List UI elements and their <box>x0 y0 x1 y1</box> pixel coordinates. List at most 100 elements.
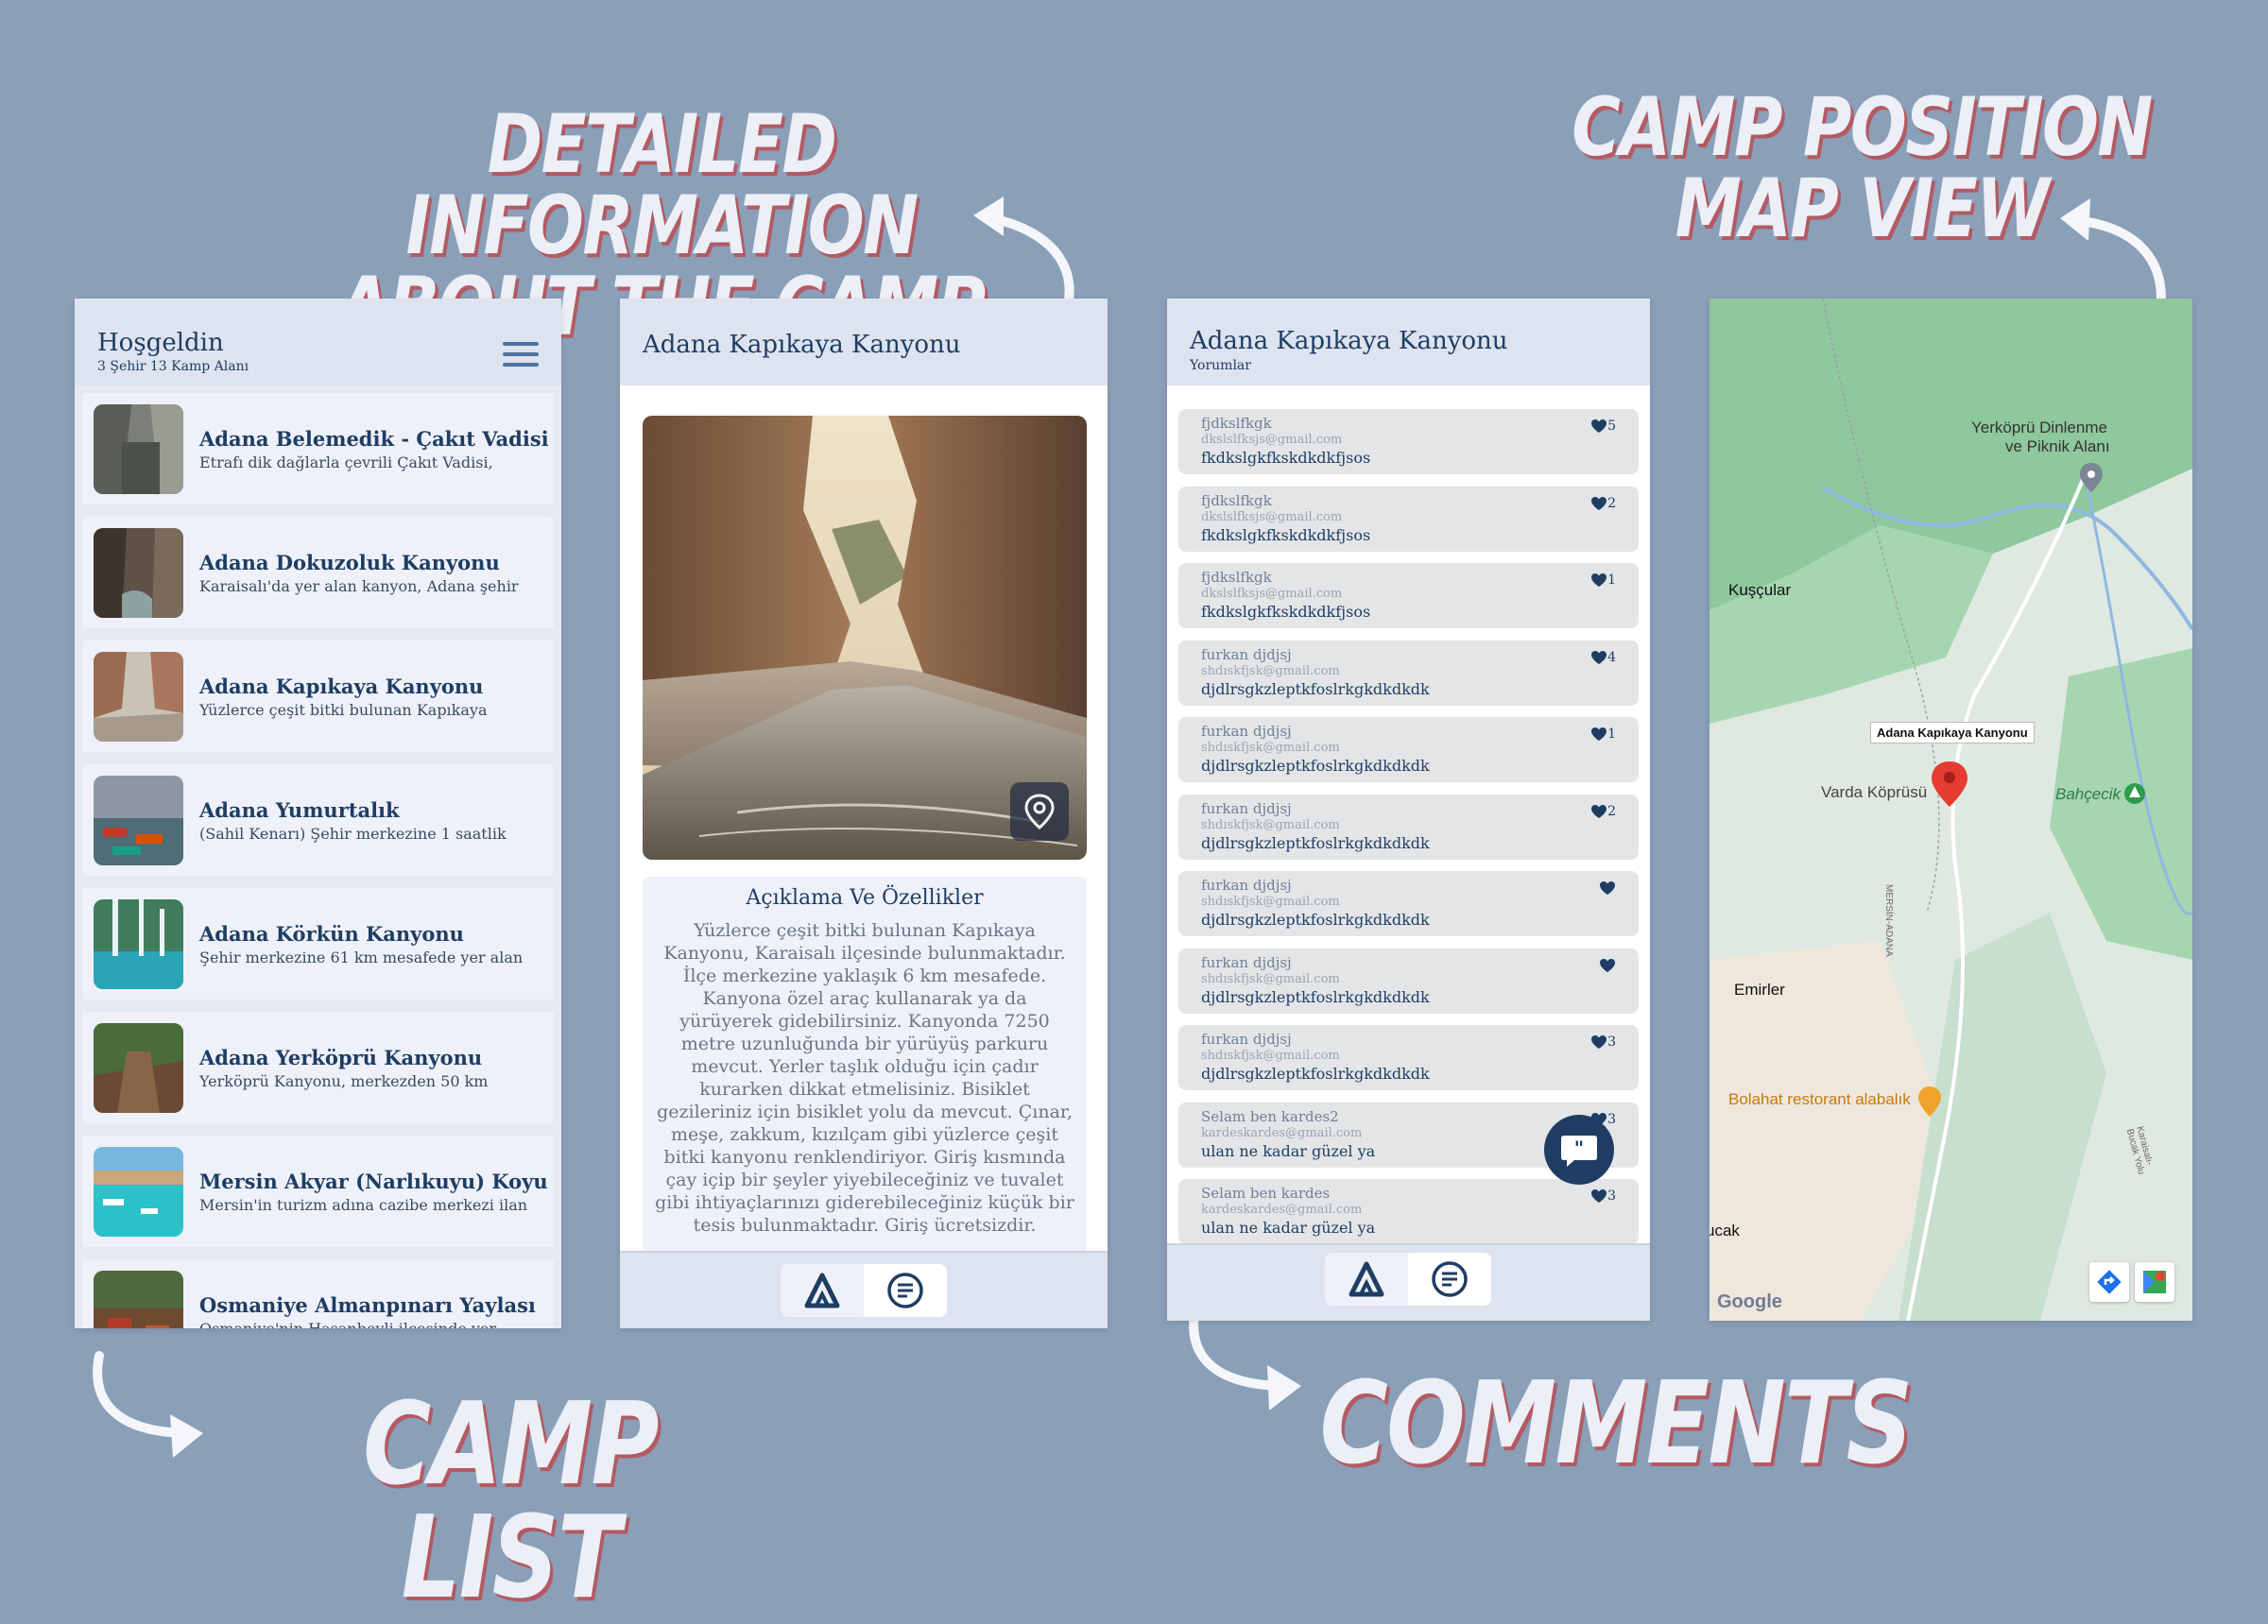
like-button[interactable]: 4 <box>1590 650 1616 665</box>
heart-icon <box>1591 650 1607 664</box>
like-button[interactable]: 1 <box>1590 573 1616 588</box>
like-count: 3 <box>1607 1034 1616 1050</box>
map-canvas[interactable] <box>1710 299 2192 1321</box>
hamburger-menu-icon[interactable] <box>503 342 539 368</box>
google-logo: Google <box>1717 1291 1782 1312</box>
like-button[interactable] <box>1599 880 1616 896</box>
list-item[interactable]: Adana Körkün Kanyonu Şehir merkezine 61 … <box>82 888 554 1000</box>
comments-icon[interactable] <box>864 1264 947 1317</box>
bottom-navigation <box>620 1251 1108 1328</box>
page-subtitle: Yorumlar <box>1190 358 1251 373</box>
camp-list-screen: Hoşgeldin 3 Şehir 13 Kamp Alanı Adana Be… <box>75 299 561 1328</box>
comments-screen: Adana Kapıkaya Kanyonu Yorumlar fjdkslfk… <box>1167 299 1650 1321</box>
list-item[interactable]: Adana Yumurtalık (Sahil Kenarı) Şehir me… <box>82 764 554 876</box>
comment-text: ulan ne kadar güzel ya <box>1201 1219 1376 1237</box>
heart-icon <box>1591 727 1607 741</box>
tree-icon[interactable] <box>2124 783 2145 804</box>
comment-item[interactable]: furkan djdjsj shdıskfjsk@gmail.com djdlrsg… <box>1178 871 1639 936</box>
camp-name: Adana Dokuzoluk Kanyonu <box>199 551 500 574</box>
app-header: Hoşgeldin 3 Şehir 13 Kamp Alanı <box>75 299 561 385</box>
camp-thumbnail <box>94 899 183 989</box>
camp-thumbnail <box>94 528 183 618</box>
svg-text:": " <box>1574 1137 1584 1159</box>
comment-item[interactable]: fjdkslfkgk dkslslfksjs@gmail.com fkdkslgkf… <box>1178 563 1639 628</box>
list-item[interactable]: Adana Kapıkaya Kanyonu Yüzlerce çeşit bi… <box>82 641 554 752</box>
comment-item[interactable]: furkan djdjsj shdıskfjsk@gmail.com djdlrsg… <box>1178 948 1639 1014</box>
map-label: Emirler <box>1734 981 1785 999</box>
app-header: Adana Kapıkaya Kanyonu Yorumlar <box>1167 299 1650 385</box>
camp-description: Yerköprü Kanyonu, merkezden 50 km <box>199 1072 489 1090</box>
comment-email: kardeskardes@gmail.com <box>1201 1203 1363 1217</box>
like-button[interactable]: 5 <box>1590 419 1616 434</box>
camp-detail-screen: Adana Kapıkaya Kanyonu Açıklama Ve Özell… <box>620 299 1108 1328</box>
camp-list: Adana Belemedik - Çakıt Vadisi Etrafı di… <box>82 393 554 1328</box>
comment-author: furkan djdjsj <box>1201 799 1292 817</box>
like-button[interactable]: 3 <box>1590 1034 1616 1050</box>
comment-item[interactable]: fjdkslfkgk dkslslfksjs@gmail.com fkdkslgkf… <box>1178 409 1639 474</box>
list-item[interactable]: Osmaniye Almanpınarı Yaylası Osmaniye'ni… <box>82 1259 554 1328</box>
camp-name: Adana Belemedik - Çakıt Vadisi <box>199 427 549 451</box>
camp-thumbnail <box>94 1271 183 1328</box>
comment-author: fjdkslfkgk <box>1201 491 1272 509</box>
like-button[interactable]: 2 <box>1590 804 1616 819</box>
comments-icon[interactable] <box>1408 1253 1491 1306</box>
map-label: MERSİN-ADANA <box>1883 884 1894 957</box>
comment-item[interactable]: furkan djdjsj shdıskfjsk@gmail.com djdlrsg… <box>1178 1025 1639 1090</box>
comment-author: furkan djdjsj <box>1201 877 1292 894</box>
comment-item[interactable]: fjdkslfkgk dkslslfksjs@gmail.com fkdkslgkf… <box>1178 486 1639 552</box>
map-label: Yerköprü Dinlenme <box>1971 419 2107 436</box>
description-text: Yüzlerce çeşit bitki bulunan Kapıkaya Ka… <box>655 920 1074 1236</box>
google-maps-icon[interactable] <box>2135 1262 2174 1302</box>
caption-comments: COMMENTS <box>1319 1359 1914 1490</box>
list-item[interactable]: Adana Yerköprü Kanyonu Yerköprü Kanyonu,… <box>82 1012 554 1123</box>
comment-item[interactable]: furkan djdjsj shdıskfjsk@gmail.com djdlrsg… <box>1178 717 1639 782</box>
like-button[interactable]: 2 <box>1590 496 1616 511</box>
like-button[interactable]: 3 <box>1590 1188 1616 1204</box>
comment-email: shdıskfjsk@gmail.com <box>1201 1049 1340 1063</box>
add-comment-icon: " <box>1561 1136 1597 1167</box>
heart-icon <box>1591 496 1607 510</box>
comment-email: dkslslfksjs@gmail.com <box>1201 509 1343 524</box>
map-label: Bahçecik <box>2055 785 2121 803</box>
camp-icon[interactable] <box>781 1264 864 1317</box>
directions-icon[interactable] <box>2089 1262 2129 1302</box>
comment-author: fjdkslfkgk <box>1201 569 1272 586</box>
comment-item[interactable]: furkan djdjsj shdıskfjsk@gmail.com djdlrsg… <box>1178 640 1639 706</box>
map-pin-icon[interactable] <box>1010 782 1069 841</box>
camp-description: Osmaniye'nin Hasanbeyli ilçesinde yer <box>199 1320 496 1328</box>
comment-email: shdıskfjsk@gmail.com <box>1201 663 1340 678</box>
like-button[interactable] <box>1599 958 1616 973</box>
comment-text: fkdkslgkfkskdkdkfjsos <box>1201 603 1371 621</box>
comment-item[interactable]: furkan djdjsj shdıskfjsk@gmail.com djdlrsg… <box>1178 794 1639 860</box>
comment-author: Selam ben kardes2 <box>1201 1107 1339 1125</box>
add-comment-button[interactable]: " <box>1544 1115 1614 1185</box>
camp-name: Osmaniye Almanpınarı Yaylası <box>199 1293 536 1317</box>
comment-text: djdlrsgkzleptkfoslrkgkdkdkdk <box>1201 1065 1430 1083</box>
map-screen[interactable]: Yerköprü Dinlenme ve Piknik Alanı Kuşçul… <box>1710 299 2192 1321</box>
caption-camp-list: CAMP LIST <box>363 1379 659 1624</box>
camp-description: Etrafı dik dağlarla çevrili Çakıt Vadisi… <box>199 453 493 471</box>
like-button[interactable]: 1 <box>1590 727 1616 742</box>
comment-email: shdıskfjsk@gmail.com <box>1201 741 1340 755</box>
page-subtitle: 3 Şehir 13 Kamp Alanı <box>97 359 249 374</box>
page-title: Adana Kapıkaya Kanyonu <box>643 331 961 359</box>
camp-name: Adana Kapıkaya Kanyonu <box>199 675 484 698</box>
comment-author: furkan djdjsj <box>1201 645 1292 663</box>
app-header: Adana Kapıkaya Kanyonu <box>620 299 1108 385</box>
like-count: 3 <box>1607 1188 1616 1204</box>
camp-icon[interactable] <box>1325 1253 1408 1306</box>
map-label: Varda Köprüsü <box>1821 783 1928 801</box>
heart-icon <box>1600 881 1615 895</box>
heart-icon <box>1591 1035 1607 1049</box>
bottom-navigation <box>1167 1243 1650 1321</box>
camp-name: Adana Yerköprü Kanyonu <box>199 1046 483 1069</box>
camp-description: (Sahil Kenarı) Şehir merkezine 1 saatlik <box>199 825 507 843</box>
list-item[interactable]: Adana Belemedik - Çakıt Vadisi Etrafı di… <box>82 393 554 504</box>
heart-icon <box>1600 958 1615 972</box>
list-item[interactable]: Adana Dokuzoluk Kanyonu Karaisalı'da yer… <box>82 517 554 628</box>
comment-text: fkdkslgkfkskdkdkfjsos <box>1201 449 1371 467</box>
camp-thumbnail <box>94 652 183 742</box>
comment-item[interactable]: Selam ben kardes kardeskardes@gmail.com ul… <box>1178 1179 1639 1244</box>
marker-tooltip[interactable]: Adana Kapıkaya Kanyonu <box>1870 722 2035 744</box>
list-item[interactable]: Mersin Akyar (Narlıkuyu) Koyu Mersin'in … <box>82 1136 554 1247</box>
